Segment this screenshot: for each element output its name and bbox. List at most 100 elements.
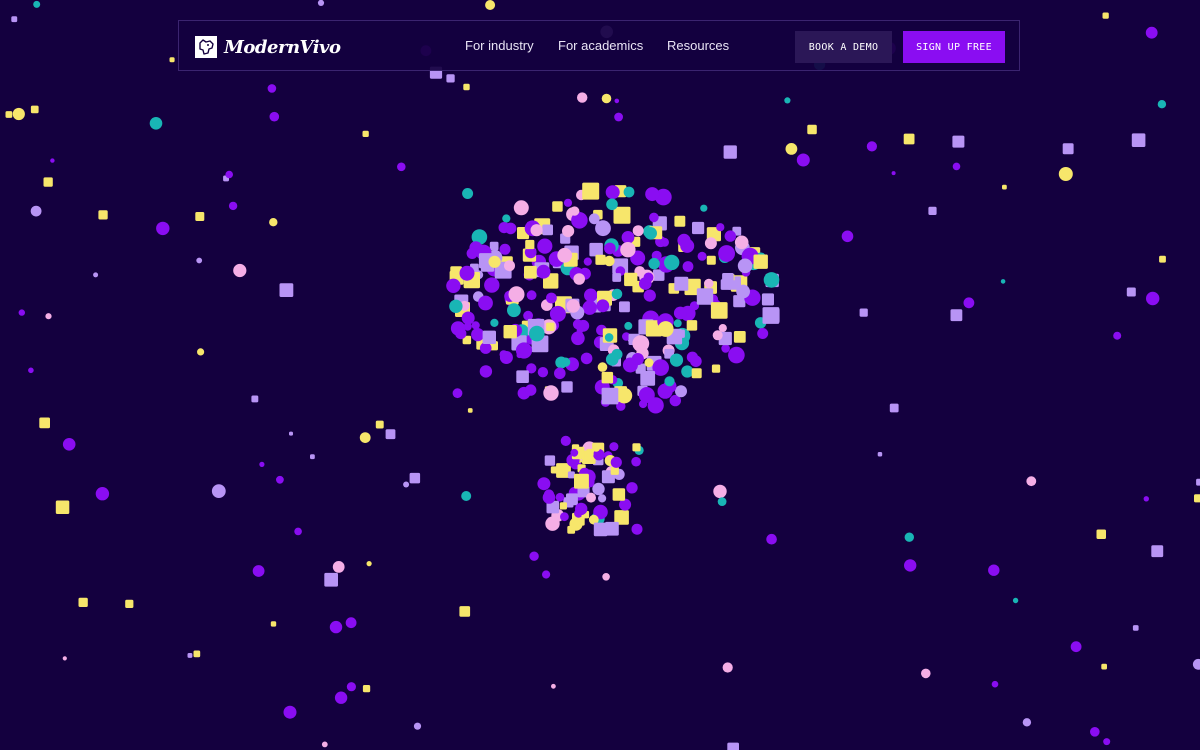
nav-link-for-industry[interactable]: For industry — [465, 38, 534, 53]
particle — [43, 177, 53, 187]
particle — [484, 277, 500, 293]
particle — [1126, 287, 1136, 297]
particle — [626, 482, 638, 494]
particle — [640, 370, 656, 386]
top-navbar: ModernVivo For industry For academics Re… — [178, 20, 1020, 71]
particle — [321, 741, 328, 748]
particle — [1000, 279, 1006, 284]
particle — [459, 265, 475, 281]
particle — [727, 742, 739, 750]
particle — [582, 300, 597, 315]
particle — [562, 225, 575, 238]
particle — [624, 321, 633, 330]
book-demo-button[interactable]: BOOK A DEMO — [795, 31, 892, 63]
particle — [479, 342, 492, 354]
brand-logo[interactable]: ModernVivo — [195, 35, 341, 59]
particle — [877, 452, 883, 457]
particle — [604, 242, 616, 255]
particle — [546, 322, 555, 331]
particle — [397, 162, 406, 172]
particle — [700, 204, 708, 212]
particle — [682, 261, 694, 272]
particle — [1194, 494, 1200, 503]
particle — [638, 387, 655, 403]
particle — [676, 329, 685, 338]
particle — [228, 201, 238, 211]
nav-link-for-academics[interactable]: For academics — [558, 38, 643, 53]
particle — [462, 188, 474, 199]
particle — [490, 318, 499, 327]
particle — [50, 158, 55, 163]
particle — [561, 381, 573, 393]
particle — [716, 223, 725, 232]
particle — [345, 617, 357, 629]
particle — [722, 662, 733, 673]
particle — [567, 471, 575, 479]
particle — [559, 502, 567, 510]
particle — [573, 273, 585, 285]
particle — [546, 292, 557, 304]
particle — [612, 273, 622, 282]
particle — [624, 272, 638, 287]
particle — [1113, 331, 1122, 340]
particle — [267, 84, 277, 93]
particle — [649, 212, 659, 223]
particle — [545, 516, 560, 531]
particle — [713, 484, 727, 499]
particle — [45, 313, 52, 320]
particle — [657, 321, 674, 337]
particle — [612, 488, 626, 501]
particle — [1131, 133, 1146, 147]
particle — [766, 533, 777, 545]
nav-link-resources[interactable]: Resources — [667, 38, 729, 53]
particle — [632, 225, 644, 237]
particle — [270, 621, 277, 627]
particle — [525, 239, 535, 250]
particle — [125, 599, 134, 608]
particle — [542, 491, 556, 504]
particle — [516, 352, 523, 359]
particle — [623, 186, 635, 198]
particle — [696, 288, 714, 305]
particle — [692, 221, 705, 235]
particle — [39, 417, 50, 429]
particle — [543, 385, 559, 401]
particle — [952, 162, 961, 171]
particle — [524, 265, 537, 279]
particle — [988, 564, 1000, 576]
particle — [403, 481, 410, 488]
particle — [620, 242, 636, 258]
particle — [529, 551, 539, 561]
particle — [560, 512, 569, 522]
particle — [697, 251, 707, 261]
particle — [604, 333, 614, 342]
particle — [471, 328, 485, 342]
particle — [589, 242, 603, 257]
particle — [674, 215, 686, 227]
particle — [1146, 291, 1160, 306]
particle — [542, 570, 551, 579]
particle — [366, 561, 372, 567]
sign-up-free-button[interactable]: SIGN UP FREE — [903, 31, 1005, 63]
particle — [903, 133, 915, 145]
particle — [643, 272, 654, 283]
particle — [508, 286, 525, 303]
particle — [504, 260, 515, 272]
particle — [706, 255, 716, 265]
particle — [610, 456, 622, 468]
particle — [566, 493, 578, 506]
particle — [605, 521, 619, 536]
particle — [362, 130, 369, 137]
particle — [674, 276, 689, 291]
particle — [673, 319, 682, 328]
particle — [601, 387, 619, 405]
particle — [225, 170, 233, 179]
particle — [717, 497, 727, 506]
particle — [187, 653, 193, 658]
particle — [681, 365, 694, 378]
particle — [677, 233, 691, 247]
particle — [1157, 100, 1167, 109]
particle — [334, 691, 348, 704]
particle — [552, 201, 563, 212]
particle — [362, 685, 371, 693]
